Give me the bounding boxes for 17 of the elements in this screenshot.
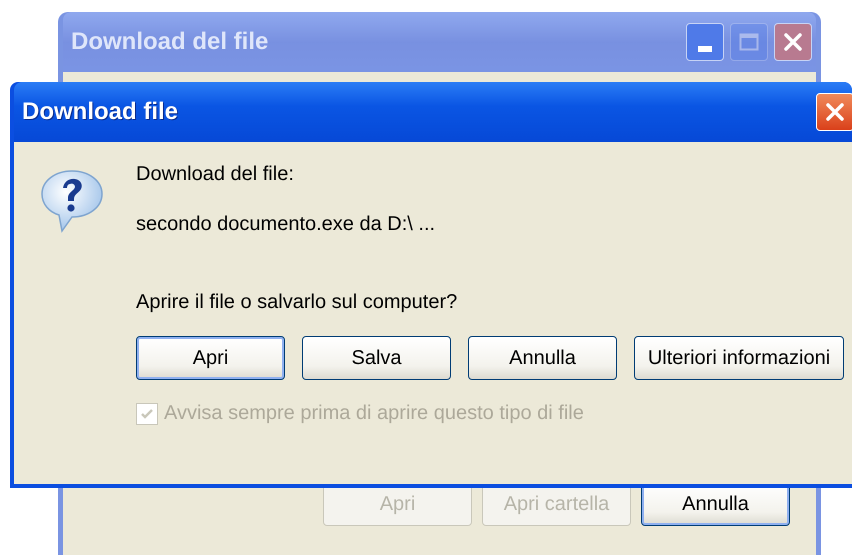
maximize-icon: [739, 33, 759, 51]
dialog-button[interactable]: Salva: [302, 336, 451, 380]
dialog-button[interactable]: Annulla: [468, 336, 617, 380]
check-icon: [140, 406, 154, 420]
file-name-text: secondo documento.exe da D:\ ...: [136, 212, 436, 236]
message-text: Download del file:: [136, 162, 295, 186]
dialog-button[interactable]: Ulteriori informazioni: [634, 336, 844, 380]
window-title: Download del file: [71, 28, 268, 56]
minimize-icon: [698, 46, 712, 52]
close-icon: [825, 102, 845, 122]
minimize-button[interactable]: [686, 23, 724, 61]
close-button[interactable]: [774, 23, 812, 61]
close-icon: [783, 32, 803, 52]
question-text: Aprire il file o salvarlo sul computer?: [136, 290, 458, 314]
checkbox-label: Avvisa sempre prima di aprire questo tipo di file: [164, 402, 584, 425]
window-title: Download file: [22, 98, 178, 126]
dialog-button[interactable]: Apri: [136, 336, 285, 380]
